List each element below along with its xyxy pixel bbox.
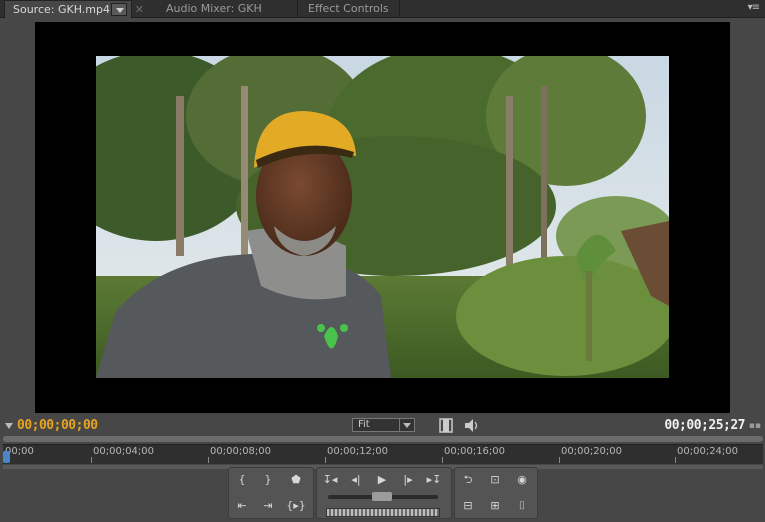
ruler-label: 00;00;16;00 bbox=[444, 446, 506, 457]
close-tab-icon[interactable]: ✕ bbox=[135, 1, 144, 18]
chevron-down-icon bbox=[399, 419, 414, 431]
zoom-select-value: Fit bbox=[358, 419, 370, 430]
zoom-select[interactable]: Fit bbox=[352, 418, 415, 432]
insert-icon[interactable]: ⊟ bbox=[458, 498, 478, 514]
step-back-icon[interactable]: ◂| bbox=[346, 472, 366, 488]
tab-effect-controls[interactable]: Effect Controls bbox=[300, 0, 400, 18]
ruler-label: 00;00;08;00 bbox=[210, 446, 272, 457]
ruler-tick bbox=[91, 457, 92, 463]
source-dropdown-icon[interactable] bbox=[111, 3, 127, 16]
shuttle-knob[interactable] bbox=[372, 492, 392, 501]
panel-tab-bar: Source: GKH.mp4 ✕ Audio Mixer: GKH Effec… bbox=[0, 0, 765, 18]
ruler-tick bbox=[325, 457, 326, 463]
panel-menu-icon[interactable]: ▾≡ bbox=[748, 2, 760, 13]
tab-source[interactable]: Source: GKH.mp4 ✕ bbox=[4, 0, 144, 18]
zoom-scroll-bar[interactable] bbox=[3, 436, 763, 442]
loop-icon[interactable]: ⮌ bbox=[458, 472, 478, 488]
go-to-previous-marker-icon[interactable]: ↧◂ bbox=[320, 472, 340, 488]
mark-in-icon[interactable]: { bbox=[232, 472, 252, 488]
safe-margins-icon[interactable]: ⊡ bbox=[485, 472, 505, 488]
ruler-tick bbox=[559, 457, 560, 463]
tab-source-label: Source: GKH.mp4 bbox=[13, 3, 110, 16]
current-timecode[interactable]: 00;00;00;00 bbox=[17, 418, 98, 433]
ruler-tick bbox=[442, 457, 443, 463]
tab-audio-mixer-label: Audio Mixer: GKH bbox=[166, 2, 262, 15]
ruler-label: 00;00;20;00 bbox=[561, 446, 623, 457]
source-monitor-panel: Source: GKH.mp4 ✕ Audio Mixer: GKH Effec… bbox=[0, 0, 765, 522]
ruler-label: 00;00;24;00 bbox=[677, 446, 739, 457]
set-marker-icon[interactable]: ⬟ bbox=[286, 472, 306, 488]
play-icon[interactable]: ▶ bbox=[372, 472, 392, 488]
export-frame-icon[interactable]: ⌷ bbox=[512, 498, 532, 514]
overlay-icon[interactable]: ⊞ bbox=[485, 498, 505, 514]
tab-audio-mixer[interactable]: Audio Mixer: GKH bbox=[158, 0, 298, 18]
drag-video-icon[interactable] bbox=[438, 418, 454, 433]
ruler-tick bbox=[675, 457, 676, 463]
set-marker-indicator-icon bbox=[5, 423, 13, 429]
ruler-label: 00;00;12;00 bbox=[327, 446, 389, 457]
video-viewer[interactable] bbox=[35, 22, 730, 413]
duration-timecode: 00;00;25;27 bbox=[664, 418, 745, 433]
mark-out-icon[interactable]: } bbox=[258, 472, 278, 488]
video-frame bbox=[96, 56, 669, 378]
jog-wheel[interactable] bbox=[326, 508, 440, 517]
step-forward-icon[interactable]: |▸ bbox=[398, 472, 418, 488]
drag-audio-icon[interactable] bbox=[464, 418, 480, 433]
ruler-label: 00;00;04;00 bbox=[93, 446, 155, 457]
play-in-to-out-icon[interactable]: {▸} bbox=[286, 498, 306, 514]
go-to-in-icon[interactable]: ⇤ bbox=[232, 498, 252, 514]
corner-handle-icon[interactable]: ▪▪ bbox=[749, 421, 761, 431]
output-icon[interactable]: ◉ bbox=[512, 472, 532, 488]
video-frame-image bbox=[96, 56, 669, 378]
playhead[interactable] bbox=[3, 451, 10, 463]
tab-effect-controls-label: Effect Controls bbox=[308, 2, 389, 15]
ruler-tick bbox=[208, 457, 209, 463]
go-to-next-marker-icon[interactable]: ▸↧ bbox=[424, 472, 444, 488]
go-to-out-icon[interactable]: ⇥ bbox=[258, 498, 278, 514]
